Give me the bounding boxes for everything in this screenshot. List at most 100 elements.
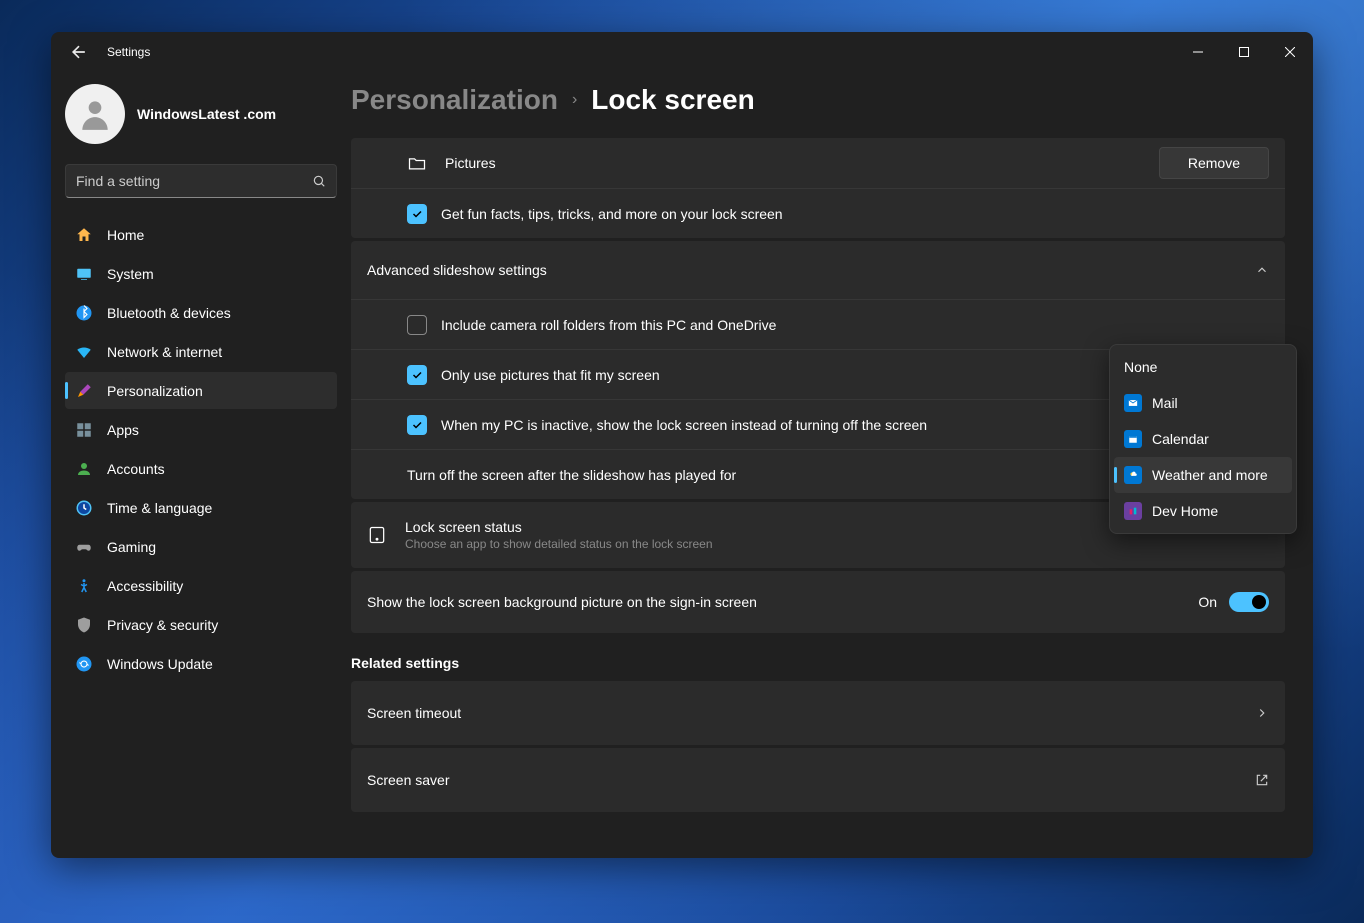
nav-label: Time & language	[107, 500, 212, 516]
camera-roll-row[interactable]: Include camera roll folders from this PC…	[351, 299, 1285, 349]
accessibility-icon	[75, 577, 93, 595]
dropdown-option-devhome[interactable]: Dev Home	[1114, 493, 1292, 529]
close-button[interactable]	[1267, 32, 1313, 72]
nav-item-apps[interactable]: Apps	[65, 411, 337, 448]
folder-icon	[407, 153, 427, 173]
dropdown-label: Calendar	[1152, 431, 1209, 447]
related-heading: Related settings	[351, 655, 1285, 671]
camera-roll-label: Include camera roll folders from this PC…	[441, 317, 776, 333]
settings-window: Settings WindowsLatest .com Home	[51, 32, 1313, 858]
nav-label: Accounts	[107, 461, 165, 477]
breadcrumb: Personalization › Lock screen	[351, 84, 1285, 116]
dropdown-option-calendar[interactable]: Calendar	[1114, 421, 1292, 457]
search-box[interactable]	[65, 164, 337, 198]
inactive-label: When my PC is inactive, show the lock sc…	[441, 417, 927, 433]
nav-item-accounts[interactable]: Accounts	[65, 450, 337, 487]
nav-label: Accessibility	[107, 578, 183, 594]
status-icon	[367, 525, 387, 545]
clock-icon	[75, 499, 93, 517]
titlebar: Settings	[51, 32, 1313, 72]
dropdown-option-weather[interactable]: Weather and more	[1114, 457, 1292, 493]
search-input[interactable]	[76, 173, 312, 189]
nav-item-time[interactable]: Time & language	[65, 489, 337, 526]
shield-icon	[75, 616, 93, 634]
nav-label: Personalization	[107, 383, 203, 399]
avatar	[65, 84, 125, 144]
pictures-label: Pictures	[445, 155, 496, 171]
remove-button[interactable]: Remove	[1159, 147, 1269, 179]
advanced-header-label: Advanced slideshow settings	[367, 262, 547, 278]
inactive-checkbox[interactable]	[407, 415, 427, 435]
home-icon	[75, 226, 93, 244]
chevron-up-icon	[1255, 263, 1269, 277]
fun-facts-label: Get fun facts, tips, tricks, and more on…	[441, 206, 783, 222]
signin-bg-row[interactable]: Show the lock screen background picture …	[351, 571, 1285, 633]
nav-label: Gaming	[107, 539, 156, 555]
fun-facts-row[interactable]: Get fun facts, tips, tricks, and more on…	[351, 188, 1285, 238]
nav-label: Home	[107, 227, 144, 243]
pictures-row: Pictures Remove	[351, 138, 1285, 188]
nav-item-system[interactable]: System	[65, 255, 337, 292]
nav-label: Privacy & security	[107, 617, 218, 633]
breadcrumb-parent[interactable]: Personalization	[351, 84, 558, 116]
open-icon	[1255, 773, 1269, 787]
toggle-state: On	[1198, 594, 1217, 610]
accounts-icon	[75, 460, 93, 478]
timeout-label: Screen timeout	[367, 705, 461, 721]
signin-bg-card: Show the lock screen background picture …	[351, 571, 1285, 633]
user-section[interactable]: WindowsLatest .com	[65, 80, 337, 164]
chevron-right-icon	[1255, 706, 1269, 720]
system-icon	[75, 265, 93, 283]
dropdown-label: Mail	[1152, 395, 1178, 411]
nav-item-network[interactable]: Network & internet	[65, 333, 337, 370]
breadcrumb-current: Lock screen	[591, 84, 754, 116]
back-button[interactable]	[69, 42, 89, 62]
dropdown-option-mail[interactable]: Mail	[1114, 385, 1292, 421]
advanced-header[interactable]: Advanced slideshow settings	[351, 241, 1285, 299]
nav-item-home[interactable]: Home	[65, 216, 337, 253]
chevron-right-icon: ›	[572, 91, 577, 109]
nav-label: Bluetooth & devices	[107, 305, 231, 321]
screensaver-card[interactable]: Screen saver	[351, 748, 1285, 812]
devhome-icon	[1124, 502, 1142, 520]
fun-facts-checkbox[interactable]	[407, 204, 427, 224]
calendar-icon	[1124, 430, 1142, 448]
bluetooth-icon	[75, 304, 93, 322]
signin-bg-toggle[interactable]	[1229, 592, 1269, 612]
nav-label: Windows Update	[107, 656, 213, 672]
mail-icon	[1124, 394, 1142, 412]
nav-item-accessibility[interactable]: Accessibility	[65, 567, 337, 604]
dropdown-label: None	[1124, 359, 1157, 375]
nav-item-update[interactable]: Windows Update	[65, 645, 337, 682]
apps-icon	[75, 421, 93, 439]
wifi-icon	[75, 343, 93, 361]
turn-off-label: Turn off the screen after the slideshow …	[407, 467, 736, 483]
sidebar: WindowsLatest .com Home System Bluetooth…	[51, 72, 351, 858]
status-app-dropdown[interactable]: None Mail Calendar Weather and more Dev …	[1109, 344, 1297, 534]
paintbrush-icon	[75, 382, 93, 400]
nav-list: Home System Bluetooth & devices Network …	[65, 216, 337, 682]
timeout-card[interactable]: Screen timeout	[351, 681, 1285, 745]
screensaver-label: Screen saver	[367, 772, 449, 788]
maximize-button[interactable]	[1221, 32, 1267, 72]
app-title: Settings	[107, 45, 150, 59]
nav-item-personalization[interactable]: Personalization	[65, 372, 337, 409]
nav-item-privacy[interactable]: Privacy & security	[65, 606, 337, 643]
nav-label: Network & internet	[107, 344, 222, 360]
nav-item-gaming[interactable]: Gaming	[65, 528, 337, 565]
fit-screen-checkbox[interactable]	[407, 365, 427, 385]
nav-label: System	[107, 266, 154, 282]
window-controls	[1175, 32, 1313, 72]
dropdown-label: Weather and more	[1152, 467, 1268, 483]
weather-icon	[1124, 466, 1142, 484]
nav-label: Apps	[107, 422, 139, 438]
nav-item-bluetooth[interactable]: Bluetooth & devices	[65, 294, 337, 331]
gaming-icon	[75, 538, 93, 556]
minimize-button[interactable]	[1175, 32, 1221, 72]
main-content: Personalization › Lock screen Pictures R…	[351, 72, 1313, 858]
dropdown-option-none[interactable]: None	[1114, 349, 1292, 385]
pictures-card: Pictures Remove Get fun facts, tips, tri…	[351, 138, 1285, 238]
signin-bg-label: Show the lock screen background picture …	[367, 594, 757, 610]
camera-roll-checkbox[interactable]	[407, 315, 427, 335]
status-subtitle: Choose an app to show detailed status on…	[405, 537, 1269, 551]
